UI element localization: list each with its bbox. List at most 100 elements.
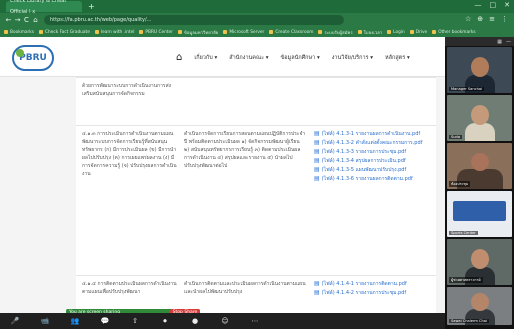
- bookmark-label: Microsoft Server: [229, 29, 265, 35]
- menu-item-curriculum[interactable]: หลักสูตร ▾: [385, 54, 410, 62]
- evidence-label: (ไฟล์) 4.1.4-1 รายงานการติดตาม.pdf: [321, 281, 407, 287]
- site-nav-menu: ⌂ เกี่ยวกับ ▾ สำนักงานคณะ ▾ ข้อมูลนักศึก…: [176, 52, 410, 63]
- criteria-cell: ๔.๑.๔ การติดตามประเมินผลการดำเนินงานตามแ…: [82, 281, 177, 295]
- bookmark-item[interactable]: Drive: [409, 30, 427, 35]
- bookmark-item[interactable]: PBRU Center: [139, 30, 173, 35]
- back-button[interactable]: ←: [4, 16, 13, 24]
- participant-tile[interactable]: ห้องประชุม: [447, 143, 512, 189]
- folder-icon: [409, 30, 414, 34]
- extension-icons: ☆ ⊕ ≡ ⋮: [465, 15, 508, 23]
- bookmark-item[interactable]: Login: [387, 30, 405, 35]
- address-toolbar: ← → C ⌂ https://fa.pbru.ac.th/web/page/q…: [0, 13, 514, 27]
- bookmark-label: Check Fact Graduate: [45, 29, 90, 35]
- menu-item-research[interactable]: งานวิจัย/บริการ ▾: [332, 54, 373, 62]
- browser-tab[interactable]: Check Library & Cheat Official | x: [6, 0, 82, 15]
- evidence-link[interactable]: ▤ (ไฟล์) 4.1.3-6 รายงานผลการติดตาม.pdf: [314, 175, 432, 183]
- site-header: PBRU ⌂ เกี่ยวกับ ▾ สำนักงานคณะ ▾ ข้อมูลน…: [0, 37, 445, 77]
- bookmark-item[interactable]: ระบบรับผู้สมัคร: [318, 29, 353, 36]
- evidence-link[interactable]: ▤ (ไฟล์) 4.1.3-3 รายงานการประชุม.pdf: [314, 148, 432, 156]
- participant-tile[interactable]: Sawai Chalerm Chai: [447, 287, 512, 325]
- bookmark-label: learn with .intel: [100, 29, 135, 35]
- participant-name: Suda: [449, 135, 463, 139]
- quality-table: ด้วยการพัฒนาระบบการดำเนินงานการส่งเสริมส…: [76, 77, 436, 329]
- web-page: PBRU ⌂ เกี่ยวกับ ▾ สำนักงานคณะ ▾ ข้อมูลน…: [0, 37, 445, 329]
- participant-face: [471, 105, 489, 125]
- forward-button[interactable]: →: [13, 16, 22, 24]
- bookmark-item[interactable]: Create Classroom: [269, 30, 313, 35]
- evidence-cell: ▤ (ไฟล์) 4.1.3-1 รายงานผลการดำเนินงาน.pdf…: [314, 130, 432, 184]
- evidence-label: (ไฟล์) 4.1.3-4 สรุปผลการประเมิน.pdf: [321, 158, 406, 164]
- bookmark-item[interactable]: Check Fact Graduate: [39, 30, 90, 35]
- menu-item-office[interactable]: สำนักงานคณะ ▾: [229, 54, 268, 62]
- participant-tile[interactable]: Manager Sanchai: [447, 47, 512, 93]
- extension-icon[interactable]: ⊕: [477, 15, 483, 23]
- bookmark-item[interactable]: learn with .intel: [94, 29, 135, 35]
- home-button[interactable]: ⌂: [31, 16, 40, 24]
- evidence-link[interactable]: ▤ (ไฟล์) 4.1.3-4 สรุปผลการประเมิน.pdf: [314, 157, 432, 165]
- more-icon[interactable]: ⋯: [240, 317, 270, 325]
- participant-name: ห้องประชุม: [449, 181, 471, 187]
- new-tab-button[interactable]: +: [88, 2, 95, 11]
- participant-tile[interactable]: Sports Center: [447, 191, 512, 237]
- sports-center-banner-icon: [453, 201, 506, 221]
- minimize-panel-icon[interactable]: —: [506, 39, 511, 45]
- browser-tab-bar: Check Library & Cheat Official | x + — □…: [0, 0, 514, 15]
- extensions-menu-icon[interactable]: ≡: [489, 15, 495, 23]
- microphone-icon[interactable]: 🎤: [0, 317, 30, 325]
- browser-menu-icon[interactable]: ⋮: [501, 15, 508, 23]
- bookmark-item[interactable]: Microsoft Server: [223, 30, 264, 35]
- bookmarks-bar: Bookmarks Check Fact Graduate learn with…: [0, 27, 514, 37]
- bookmark-item[interactable]: Bookmarks: [4, 30, 34, 35]
- evidence-label: (ไฟล์) 4.1.3-6 รายงานผลการติดตาม.pdf: [321, 176, 413, 182]
- evidence-label: (ไฟล์) 4.1.4-2 รายงานการประชุม.pdf: [321, 290, 407, 296]
- pbru-logo[interactable]: PBRU: [12, 45, 54, 71]
- reload-button[interactable]: C: [22, 16, 31, 24]
- participant-body: [465, 123, 495, 141]
- panel-controls: ▦ —: [445, 37, 514, 46]
- evidence-link[interactable]: ▤ (ไฟล์) 4.1.3-2 คำสั่งแต่งตั้งคณะกรรมการ…: [314, 139, 432, 147]
- bookmark-item[interactable]: ใบลงเวลา: [357, 29, 382, 36]
- participant-face: [471, 57, 489, 77]
- document-icon: ▤: [314, 166, 320, 173]
- camera-icon[interactable]: 📹: [30, 317, 60, 325]
- share-icon[interactable]: ⇧: [120, 317, 150, 325]
- table-row: ด้วยการพัฒนาระบบการดำเนินงานการส่งเสริมส…: [76, 77, 436, 125]
- participant-face: [471, 249, 489, 269]
- document-icon: ▤: [314, 139, 320, 146]
- evidence-link[interactable]: ▤ (ไฟล์) 4.1.3-1 รายงานผลการดำเนินงาน.pdf: [314, 130, 432, 138]
- evidence-label: (ไฟล์) 4.1.3-2 คำสั่งแต่งตั้งคณะกรรมการ.…: [321, 140, 423, 146]
- logo-emblem-icon: [16, 49, 24, 57]
- chat-icon[interactable]: 💬: [90, 317, 120, 325]
- bookmark-item[interactable]: Other bookmarks: [432, 30, 476, 35]
- participant-tile[interactable]: Suda: [447, 95, 512, 141]
- meeting-toolbar: 🎤 📹 👥 💬 ⇧ ⏺ ● ☺ ⋯: [0, 313, 445, 329]
- home-icon[interactable]: ⌂: [176, 52, 182, 63]
- grid-view-icon[interactable]: ▦: [497, 39, 502, 45]
- maximize-button[interactable]: □: [490, 1, 497, 9]
- participant-name: ผู้ช่วยศาสตราจารย์: [449, 277, 483, 283]
- criteria-cell: ด้วยการพัฒนาระบบการดำเนินงานการส่งเสริมส…: [82, 83, 172, 97]
- record-icon[interactable]: ⏺: [150, 317, 180, 326]
- participant-face: [471, 153, 489, 171]
- url-input[interactable]: https://fa.pbru.ac.th/web/page/quality/.…: [44, 15, 344, 25]
- participant-tile[interactable]: ผู้ช่วยศาสตราจารย์: [447, 239, 512, 285]
- document-icon: ▤: [314, 148, 320, 155]
- emoji-icon[interactable]: ☺: [210, 317, 240, 325]
- document-icon: ▤: [314, 175, 320, 182]
- evidence-link[interactable]: ▤ (ไฟล์) 4.1.3-5 แผนพัฒนาปรับปรุง.pdf: [314, 166, 432, 174]
- folder-icon: [432, 30, 437, 34]
- participants-icon[interactable]: 👥: [60, 317, 90, 325]
- evidence-link[interactable]: ▤ (ไฟล์) 4.1.4-1 รายงานการติดตาม.pdf: [314, 280, 432, 288]
- minimize-button[interactable]: —: [475, 1, 482, 9]
- bookmark-item[interactable]: ข้อมูลมหาวิทยาลัย: [177, 29, 218, 36]
- bookmark-star-icon[interactable]: ☆: [465, 15, 471, 23]
- folder-icon: [357, 30, 362, 34]
- bookmark-label: Login: [393, 29, 405, 35]
- bookmark-label: ระบบรับผู้สมัคร: [324, 30, 353, 36]
- operation-cell: ดำเนินการจัดการเรียนการสอนตามแผนปฏิบัติก…: [184, 131, 306, 169]
- menu-item-about[interactable]: เกี่ยวกับ ▾: [194, 54, 217, 62]
- close-button[interactable]: ✕: [504, 1, 510, 9]
- menu-item-students[interactable]: ข้อมูลนักศึกษา ▾: [281, 54, 320, 62]
- evidence-link[interactable]: ▤ (ไฟล์) 4.1.4-2 รายงานการประชุม.pdf: [314, 289, 432, 297]
- reactions-icon[interactable]: ●: [180, 317, 210, 325]
